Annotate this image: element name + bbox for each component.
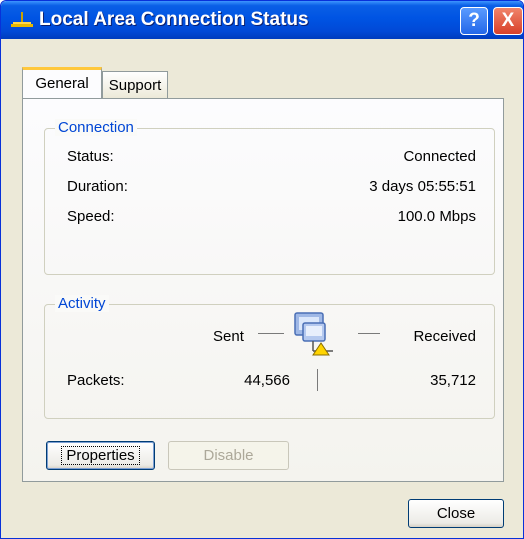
received-label: Received	[413, 328, 476, 345]
sent-divider	[258, 333, 284, 334]
packets-sent-value: 44,566	[244, 372, 290, 389]
connection-group: Connection Status: Connected Duration: 3…	[44, 119, 495, 275]
status-label: Status:	[67, 148, 114, 165]
packets-received-value: 35,712	[430, 372, 476, 389]
help-button[interactable]: ?	[460, 7, 488, 35]
activity-legend: Activity	[55, 295, 109, 312]
disable-button[interactable]: Disable	[168, 441, 289, 470]
status-dialog: Local Area Connection Status ? X General…	[0, 0, 524, 539]
network-connection-icon	[294, 312, 333, 356]
window-title: Local Area Connection Status	[39, 9, 309, 30]
packets-label: Packets:	[67, 372, 125, 389]
tab-general[interactable]: General	[22, 67, 102, 98]
connection-legend: Connection	[55, 119, 137, 136]
duration-label: Duration:	[67, 178, 128, 195]
network-icon	[11, 12, 33, 27]
properties-button[interactable]: Properties	[46, 441, 155, 470]
duration-value: 3 days 05:55:51	[369, 178, 476, 195]
title-bar[interactable]: Local Area Connection Status ? X	[1, 1, 523, 39]
properties-button-label: Properties	[61, 446, 140, 465]
close-icon[interactable]: X	[493, 7, 523, 35]
close-button[interactable]: Close	[408, 499, 504, 528]
status-value: Connected	[403, 148, 476, 165]
sent-label: Sent	[213, 328, 244, 345]
received-divider	[358, 333, 380, 334]
packets-divider	[317, 369, 318, 391]
speed-value: 100.0 Mbps	[397, 208, 476, 225]
speed-label: Speed:	[67, 208, 115, 225]
tab-support[interactable]: Support	[102, 71, 168, 98]
activity-group: Activity Sent Received Packets: 44,566 3…	[44, 295, 495, 419]
general-tab-panel: Connection Status: Connected Duration: 3…	[22, 98, 504, 482]
